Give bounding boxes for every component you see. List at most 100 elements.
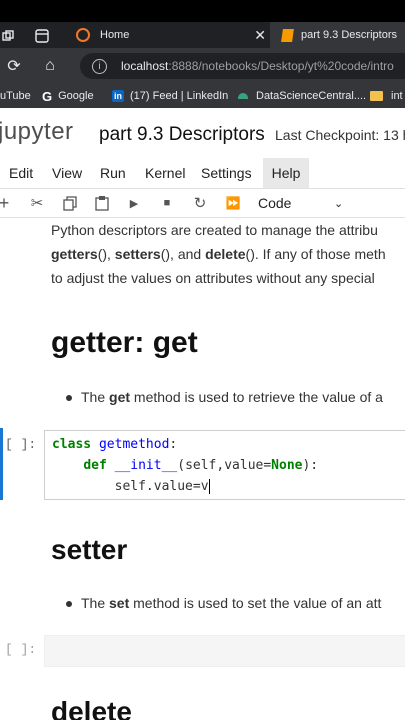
- google-icon: G: [42, 88, 53, 104]
- active-cell-indicator: [0, 428, 3, 500]
- notebook-tab-icon: [281, 28, 294, 42]
- paste-icon[interactable]: [92, 193, 112, 213]
- menu-help[interactable]: Help: [263, 158, 309, 188]
- url-host: localhost: [121, 59, 169, 73]
- stop-icon[interactable]: ■: [159, 193, 175, 213]
- notebook-content[interactable]: Python descriptors are created to manage…: [0, 218, 405, 720]
- setter-bullet: The set method is used to set the value …: [66, 595, 381, 611]
- folder-icon: [370, 91, 383, 101]
- intro-line-2: getters(), setters(), and delete(). If a…: [51, 242, 386, 266]
- chevron-down-icon: ⌄: [334, 197, 344, 210]
- cell-type-select[interactable]: Code ⌄: [258, 193, 353, 213]
- getter-bullet: The get method is used to retrieve the v…: [66, 389, 383, 405]
- setter-heading: setter: [51, 534, 128, 565]
- intro-line-3: to adjust the values on attributes witho…: [51, 270, 375, 286]
- cell-type-value: Code: [258, 195, 292, 211]
- jupyter-header: jupyter part 9.3 Descriptors Last Checkp…: [0, 108, 405, 158]
- intro-line-1: Python descriptors are created to manage…: [51, 222, 378, 238]
- bold-delete: delete: [205, 246, 246, 262]
- checkpoint-text: Last Checkpoint: 13 h: [275, 127, 405, 143]
- jupyter-tab-icon: [76, 28, 90, 42]
- text: (). If any of those meth: [245, 246, 386, 262]
- menu-view[interactable]: View: [52, 158, 82, 188]
- bookmark-dsc[interactable]: DataScienceCentral....: [238, 84, 366, 108]
- fast-forward-icon[interactable]: ⏩: [224, 193, 242, 213]
- close-icon[interactable]: ✕: [254, 27, 266, 44]
- notebook-toolbar: + ✂ ▶ ■ ↻ ⏩ Code ⌄: [0, 189, 405, 218]
- menu-run[interactable]: Run: [100, 158, 126, 188]
- menu-label: View: [52, 165, 83, 181]
- code-cell-editor[interactable]: class getmethod: def __init__(self,value…: [44, 430, 405, 500]
- code-token: __init__: [106, 458, 178, 473]
- menu-edit[interactable]: Edit: [9, 158, 33, 188]
- bookmark-google[interactable]: G Google: [42, 84, 94, 108]
- dsc-icon: [238, 93, 248, 99]
- bullet-bold: get: [109, 389, 131, 405]
- linkedin-icon: in: [112, 90, 124, 102]
- code-line-1: class getmethod:: [52, 434, 177, 455]
- home-icon[interactable]: ⌂: [38, 56, 62, 76]
- heading-text: getter:: [51, 326, 153, 359]
- bullet-dot: [66, 395, 72, 401]
- menu-kernel[interactable]: Kernel: [145, 158, 185, 188]
- tab-descriptors[interactable]: part 9.3 Descriptors: [270, 22, 405, 48]
- add-cell-icon[interactable]: +: [0, 193, 12, 213]
- text: (), and: [160, 246, 206, 262]
- workspaces-icon[interactable]: [0, 26, 16, 46]
- menu-settings[interactable]: Settings: [201, 158, 252, 188]
- bullet-text: method is used to set the value of an at…: [129, 595, 382, 611]
- bullet-text: The: [81, 595, 110, 611]
- address-bar: ⟳ ⌂ i localhost:8888/notebooks/Desktop/y…: [0, 48, 405, 84]
- url-path: :8888/notebooks/Desktop/yt%20code/intro: [168, 59, 394, 73]
- menu-label: Edit: [9, 165, 34, 181]
- reload-icon[interactable]: ⟳: [2, 56, 26, 76]
- bookmark-label: uTube: [0, 90, 31, 102]
- cell-prompt-empty: [ ]:: [5, 642, 37, 657]
- code-token: None: [271, 458, 303, 473]
- code-token: class: [52, 437, 92, 452]
- code-token: (self,value=: [177, 458, 272, 473]
- code-token: self.value=v: [52, 479, 209, 494]
- bookmarks-bar: uTube G Google in (17) Feed | LinkedIn D…: [0, 84, 405, 108]
- bookmark-label: Google: [58, 90, 94, 102]
- bullet-text: The: [81, 389, 110, 405]
- restart-icon[interactable]: ↻: [191, 193, 209, 213]
- bookmark-label: int: [391, 90, 403, 102]
- top-bar: [0, 0, 405, 22]
- bookmark-label: DataScienceCentral....: [256, 90, 367, 102]
- heading-text: get: [152, 326, 198, 359]
- code-token: getmethod: [91, 437, 170, 452]
- menu-label: Settings: [201, 165, 252, 181]
- text: (),: [97, 246, 115, 262]
- bullet-text: method is used to retrieve the value of …: [130, 389, 383, 405]
- info-icon[interactable]: i: [92, 58, 107, 74]
- tab-home-label: Home: [100, 29, 130, 41]
- code-token: ):: [302, 458, 319, 473]
- tab-descriptors-label: part 9.3 Descriptors: [301, 29, 397, 41]
- code-token: :: [169, 437, 178, 452]
- cell-prompt: [ ]:: [5, 437, 37, 452]
- bookmark-linkedin[interactable]: in (17) Feed | LinkedIn: [112, 84, 228, 108]
- tab-home[interactable]: Home ✕: [66, 22, 270, 48]
- bullet-bold: set: [109, 595, 130, 611]
- run-icon[interactable]: ▶: [126, 193, 142, 213]
- bullet-dot: [66, 601, 72, 607]
- jupyter-logo[interactable]: jupyter: [0, 118, 74, 146]
- bookmark-label: (17) Feed | LinkedIn: [130, 90, 229, 102]
- bookmark-folder[interactable]: int: [370, 84, 403, 108]
- menu-label: Run: [100, 165, 126, 181]
- menu-label: Kernel: [145, 165, 186, 181]
- copy-icon[interactable]: [60, 193, 80, 213]
- bold-setters: setters: [114, 246, 161, 262]
- url-field[interactable]: i localhost:8888/notebooks/Desktop/yt%20…: [80, 53, 405, 79]
- bold-getters: getters: [51, 246, 98, 262]
- cut-icon[interactable]: ✂: [27, 193, 47, 213]
- bookmark-youtube[interactable]: uTube: [0, 84, 31, 108]
- getter-heading: getter: get: [51, 326, 198, 360]
- notebook-title[interactable]: part 9.3 Descriptors: [99, 124, 265, 146]
- delete-heading: delete: [51, 696, 132, 720]
- menu-bar: Edit View Run Kernel Settings Help: [0, 158, 405, 189]
- tab-actions-icon[interactable]: [32, 26, 52, 46]
- empty-code-cell[interactable]: [44, 635, 405, 667]
